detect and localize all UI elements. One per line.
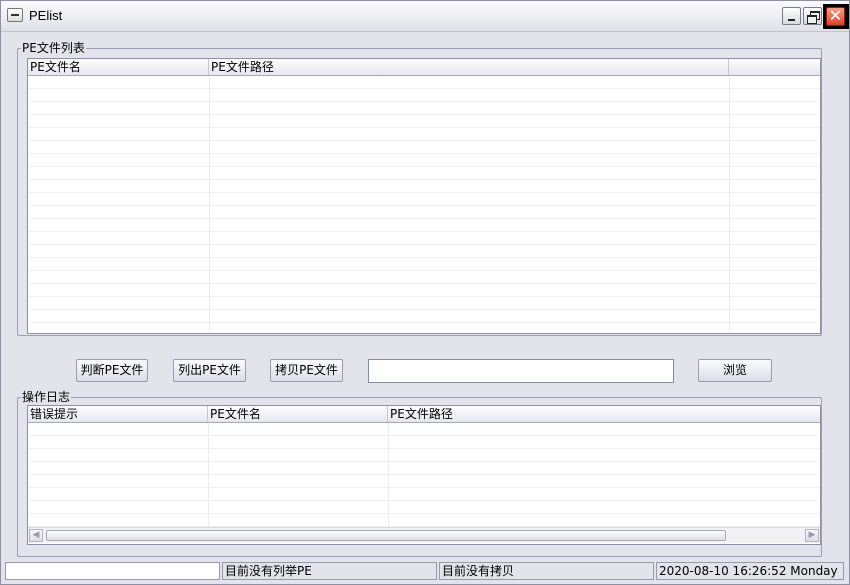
status-bar: 目前没有列举PE 目前没有拷贝 2020-08-10 16:26:52 Mond… [5, 562, 845, 580]
status-pane-list: 目前没有列举PE [222, 562, 437, 580]
status-pane-blank [5, 562, 220, 580]
scroll-left-button[interactable]: ◀ [29, 529, 43, 542]
pe-file-list-rows [28, 76, 820, 333]
close-icon: ✕ [828, 6, 843, 25]
pe-file-list-table[interactable]: PE文件名 PE文件路径 [27, 58, 821, 334]
status-pane-copy: 目前没有拷贝 [439, 562, 654, 580]
close-button-frame: ✕ [823, 4, 849, 29]
list-pe-button[interactable]: 列出PE文件 [173, 359, 246, 382]
status-pane-datetime: 2020-08-10 16:26:52 Monday [656, 562, 844, 580]
close-button[interactable]: ✕ [826, 7, 845, 26]
path-input[interactable] [368, 359, 674, 383]
operation-log-legend: 操作日志 [21, 389, 72, 405]
chevron-left-icon: ◀ [32, 530, 40, 540]
restore-button[interactable] [803, 7, 822, 25]
main-window: PElist ✕ PE文件列表 PE文件名 PE文件路径 判断PE文件 列出PE… [0, 0, 850, 585]
pe-file-list-legend: PE文件列表 [21, 40, 86, 56]
window-title: PElist [29, 8, 63, 23]
column-header-pe-file-path[interactable]: PE文件路径 [209, 59, 729, 75]
operation-log-rows [28, 423, 820, 527]
window-menu-icon[interactable] [7, 8, 23, 22]
column-header-error-message[interactable]: 错误提示 [28, 406, 208, 422]
column-header-pe-file-name[interactable]: PE文件名 [208, 406, 388, 422]
column-header-filler [729, 59, 820, 75]
operation-log-header: 错误提示 PE文件名 PE文件路径 [28, 406, 820, 423]
column-header-pe-file-name[interactable]: PE文件名 [28, 59, 209, 75]
scroll-right-button[interactable]: ▶ [805, 529, 819, 542]
pe-file-list-header: PE文件名 PE文件路径 [28, 59, 820, 76]
browse-button[interactable]: 浏览 [698, 359, 772, 382]
operation-log-table[interactable]: 错误提示 PE文件名 PE文件路径 ◀ ▶ [27, 405, 821, 545]
minimize-icon [788, 19, 795, 21]
title-bar[interactable]: PElist ✕ [1, 1, 849, 32]
column-header-pe-file-path[interactable]: PE文件路径 [388, 406, 820, 422]
horizontal-scrollbar[interactable]: ◀ ▶ [28, 527, 820, 543]
minimize-button[interactable] [782, 7, 801, 25]
scrollbar-thumb[interactable] [46, 530, 726, 541]
chevron-right-icon: ▶ [808, 530, 816, 540]
check-pe-button[interactable]: 判断PE文件 [76, 359, 148, 382]
copy-pe-button[interactable]: 拷贝PE文件 [270, 359, 343, 382]
